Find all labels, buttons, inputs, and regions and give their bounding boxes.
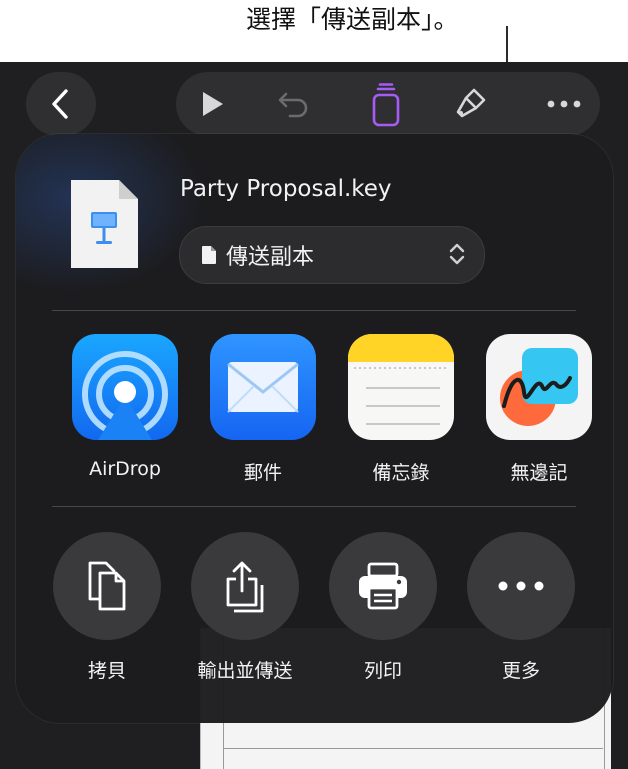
back-button[interactable] bbox=[26, 72, 96, 136]
export-and-send-action[interactable]: 輸出並傳送 bbox=[170, 532, 320, 683]
send-copy-selector[interactable]: 傳送副本 bbox=[179, 226, 485, 284]
undo-icon bbox=[278, 92, 308, 118]
action-label: 列印 bbox=[363, 660, 402, 682]
print-action[interactable]: 列印 bbox=[308, 532, 458, 683]
mail-icon bbox=[210, 334, 316, 440]
callout-text: 選擇「傳送副本」。 bbox=[246, 5, 459, 34]
app-label: 備忘錄 bbox=[372, 462, 430, 484]
airdrop-icon bbox=[72, 334, 178, 440]
print-icon bbox=[359, 562, 407, 610]
app-label: 無邊記 bbox=[510, 462, 568, 484]
app-label: AirDrop bbox=[89, 458, 161, 480]
share-app-freeform[interactable]: 無邊記 bbox=[474, 334, 604, 485]
copy-button[interactable] bbox=[53, 532, 161, 640]
more-icon bbox=[498, 581, 544, 591]
export-icon bbox=[226, 561, 264, 613]
share-actions-row: 拷貝 輸出並傳送 列印 更多 bbox=[16, 532, 613, 682]
notes-icon bbox=[348, 334, 454, 440]
divider bbox=[52, 506, 576, 507]
collaborate-button[interactable] bbox=[368, 83, 404, 127]
format-brush-icon bbox=[456, 88, 486, 118]
more-icon bbox=[547, 100, 581, 108]
undo-button[interactable] bbox=[276, 86, 312, 122]
file-name: Party Proposal.key bbox=[180, 176, 392, 202]
collaborate-icon bbox=[372, 83, 400, 127]
freeform-icon bbox=[486, 334, 592, 440]
more-button[interactable] bbox=[467, 532, 575, 640]
action-label: 拷貝 bbox=[87, 660, 126, 682]
document-icon bbox=[202, 246, 216, 264]
print-button[interactable] bbox=[329, 532, 437, 640]
share-apps-row: AirDrop 郵件 備忘錄 無邊記 bbox=[16, 334, 613, 484]
export-button[interactable] bbox=[191, 532, 299, 640]
app-label: 郵件 bbox=[243, 462, 282, 484]
share-sheet: Party Proposal.key 傳送副本 AirDrop 郵件 備忘錄 無… bbox=[16, 134, 613, 723]
more-action[interactable]: 更多 bbox=[446, 532, 596, 683]
send-copy-label: 傳送副本 bbox=[226, 245, 315, 270]
copy-action[interactable]: 拷貝 bbox=[32, 532, 182, 683]
play-icon bbox=[203, 92, 223, 116]
play-button[interactable] bbox=[194, 86, 230, 122]
chevron-up-down-icon bbox=[449, 243, 465, 265]
keynote-file-icon bbox=[71, 180, 138, 268]
back-icon bbox=[52, 89, 68, 119]
toolbar bbox=[176, 72, 600, 136]
copy-icon bbox=[88, 561, 126, 611]
share-app-notes[interactable]: 備忘錄 bbox=[336, 334, 466, 485]
share-app-airdrop[interactable]: AirDrop bbox=[60, 334, 190, 480]
action-label: 更多 bbox=[501, 660, 540, 682]
divider bbox=[52, 310, 576, 311]
format-button[interactable] bbox=[452, 86, 488, 122]
action-label: 輸出並傳送 bbox=[197, 660, 293, 682]
more-menu-button[interactable] bbox=[546, 86, 582, 122]
share-app-mail[interactable]: 郵件 bbox=[198, 334, 328, 485]
